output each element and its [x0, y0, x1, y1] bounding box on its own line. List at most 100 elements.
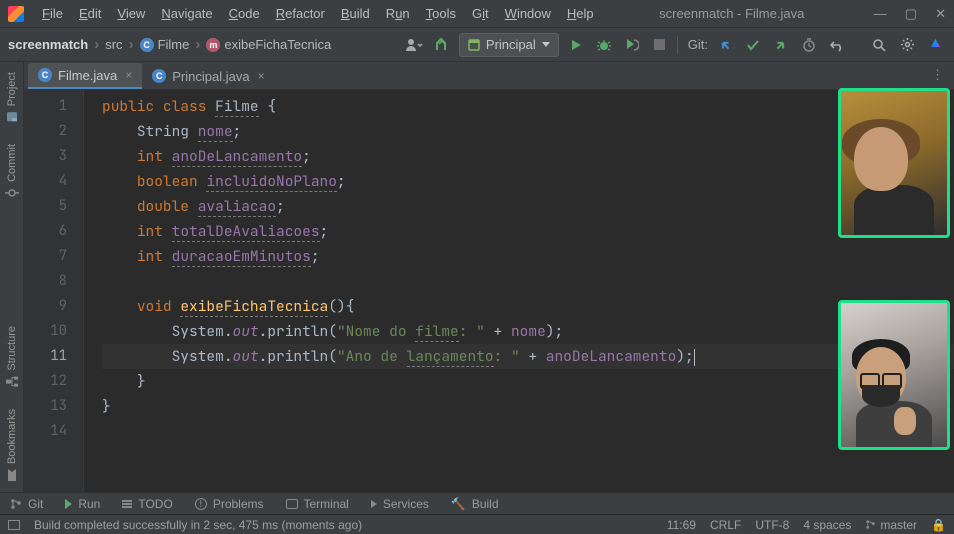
navigation-bar: screenmatch › src › CFilme › mexibeFicha… [0, 28, 954, 62]
run-coverage-button[interactable] [621, 34, 643, 56]
services-icon [371, 500, 377, 508]
breadcrumb: screenmatch › src › CFilme › mexibeFicha… [8, 36, 331, 53]
project-icon [5, 110, 19, 124]
menu-navigate[interactable]: Navigate [153, 0, 220, 27]
git-update-button[interactable] [714, 34, 736, 56]
commit-icon [5, 186, 19, 200]
ide-logo-icon [8, 6, 24, 22]
webcam-overlay-2 [838, 300, 950, 450]
run-button[interactable] [565, 34, 587, 56]
breadcrumb-method[interactable]: mexibeFichaTecnica [206, 37, 331, 52]
left-toolwindow-strip: Project Commit Structure Bookmarks [0, 62, 24, 492]
chevron-down-icon [542, 42, 550, 47]
code-with-me-button[interactable] [924, 34, 946, 56]
line-number-gutter[interactable]: 1 2 3 4 5 6 7 8 9 10 11 12 13 14 [24, 90, 84, 492]
close-window-button[interactable]: ✕ [935, 6, 946, 22]
file-encoding[interactable]: UTF-8 [755, 518, 789, 532]
terminal-icon [286, 499, 298, 509]
toolwindow-build[interactable]: 🔨Build [451, 497, 499, 511]
close-tab-icon[interactable]: × [258, 69, 265, 83]
code-editor[interactable]: 1 2 3 4 5 6 7 8 9 10 11 12 13 14 ▲ 3 pub… [24, 90, 954, 492]
git-label: Git: [688, 37, 708, 52]
line-number[interactable]: 13 [24, 394, 67, 419]
class-icon: C [152, 69, 166, 83]
user-dropdown-icon[interactable] [403, 34, 425, 56]
line-number[interactable]: 14 [24, 419, 67, 444]
toolwindow-toggle-icon[interactable] [8, 520, 20, 530]
rollback-button[interactable] [826, 34, 848, 56]
tab-principal[interactable]: C Principal.java × [142, 63, 274, 89]
toolwindow-terminal[interactable]: Terminal [286, 497, 349, 511]
line-number[interactable]: 5 [24, 194, 67, 219]
menu-file[interactable]: File [34, 0, 71, 27]
code-area[interactable]: ▲ 3 public class Filme { String nome; in… [84, 90, 954, 492]
caret-position[interactable]: 11:69 [667, 518, 696, 532]
menu-refactor[interactable]: Refactor [268, 0, 333, 27]
bookmark-icon [5, 468, 19, 482]
menu-build[interactable]: Build [333, 0, 378, 27]
menu-run[interactable]: Run [378, 0, 418, 27]
indent-setting[interactable]: 4 spaces [803, 518, 851, 532]
menu-code[interactable]: Code [221, 0, 268, 27]
line-number[interactable]: 1 [24, 94, 67, 119]
minimize-button[interactable]: — [874, 6, 887, 22]
line-separator[interactable]: CRLF [710, 518, 741, 532]
text-caret [694, 349, 695, 366]
line-number[interactable]: 8 [24, 269, 67, 294]
line-number[interactable]: 11 [24, 344, 67, 369]
settings-button[interactable] [896, 34, 918, 56]
run-configuration-selector[interactable]: Principal [459, 33, 559, 57]
line-number[interactable]: 12 [24, 369, 67, 394]
lock-icon[interactable]: 🔒 [931, 518, 946, 532]
line-number[interactable]: 3 [24, 144, 67, 169]
problems-icon: ! [195, 498, 207, 510]
hammer-icon: 🔨 [451, 497, 466, 511]
git-push-button[interactable] [770, 34, 792, 56]
tab-filme[interactable]: C Filme.java × [28, 63, 142, 89]
breadcrumb-src[interactable]: src [105, 37, 122, 52]
toolwindow-project[interactable]: Project [5, 72, 19, 124]
structure-icon [5, 375, 19, 389]
line-number[interactable]: 10 [24, 319, 67, 344]
git-history-button[interactable] [798, 34, 820, 56]
menu-view[interactable]: View [109, 0, 153, 27]
title-bar: File Edit View Navigate Code Refactor Bu… [0, 0, 954, 28]
play-icon [65, 499, 72, 509]
menu-tools[interactable]: Tools [418, 0, 464, 27]
menu-help[interactable]: Help [559, 0, 602, 27]
tab-overflow-button[interactable]: ⋮ [931, 67, 944, 89]
chevron-right-icon: › [195, 36, 200, 53]
debug-button[interactable] [593, 34, 615, 56]
stop-button[interactable] [649, 34, 671, 56]
breadcrumb-class[interactable]: CFilme [140, 37, 190, 52]
line-number[interactable]: 4 [24, 169, 67, 194]
git-branch-status[interactable]: master [865, 518, 917, 532]
status-message: Build completed successfully in 2 sec, 4… [34, 518, 653, 532]
tab-label: Principal.java [172, 69, 249, 84]
line-number[interactable]: 6 [24, 219, 67, 244]
toolwindow-run[interactable]: Run [65, 497, 100, 511]
menu-edit[interactable]: Edit [71, 0, 109, 27]
line-number[interactable]: 9 [24, 294, 67, 319]
line-number[interactable]: 7 [24, 244, 67, 269]
toolwindow-problems[interactable]: !Problems [195, 497, 264, 511]
editor-tabs: C Filme.java × C Principal.java × ⋮ [0, 62, 954, 90]
status-bar: Build completed successfully in 2 sec, 4… [0, 514, 954, 534]
toolwindow-structure[interactable]: Structure [5, 326, 19, 389]
toolwindow-commit[interactable]: Commit [5, 144, 19, 200]
search-everywhere-button[interactable] [868, 34, 890, 56]
line-number[interactable]: 2 [24, 119, 67, 144]
menu-window[interactable]: Window [497, 0, 559, 27]
toolwindow-bookmarks[interactable]: Bookmarks [5, 409, 19, 482]
git-commit-button[interactable] [742, 34, 764, 56]
toolwindow-todo[interactable]: TODO [122, 497, 172, 511]
maximize-button[interactable]: ▢ [905, 6, 917, 22]
back-build-icon[interactable] [431, 34, 453, 56]
toolwindow-services[interactable]: Services [371, 497, 429, 511]
menu-git[interactable]: Git [464, 0, 497, 27]
close-tab-icon[interactable]: × [125, 68, 132, 82]
tab-label: Filme.java [58, 68, 117, 83]
toolwindow-git[interactable]: Git [10, 497, 43, 511]
window-title: screenmatch - Filme.java [602, 6, 862, 21]
breadcrumb-project[interactable]: screenmatch [8, 37, 88, 52]
